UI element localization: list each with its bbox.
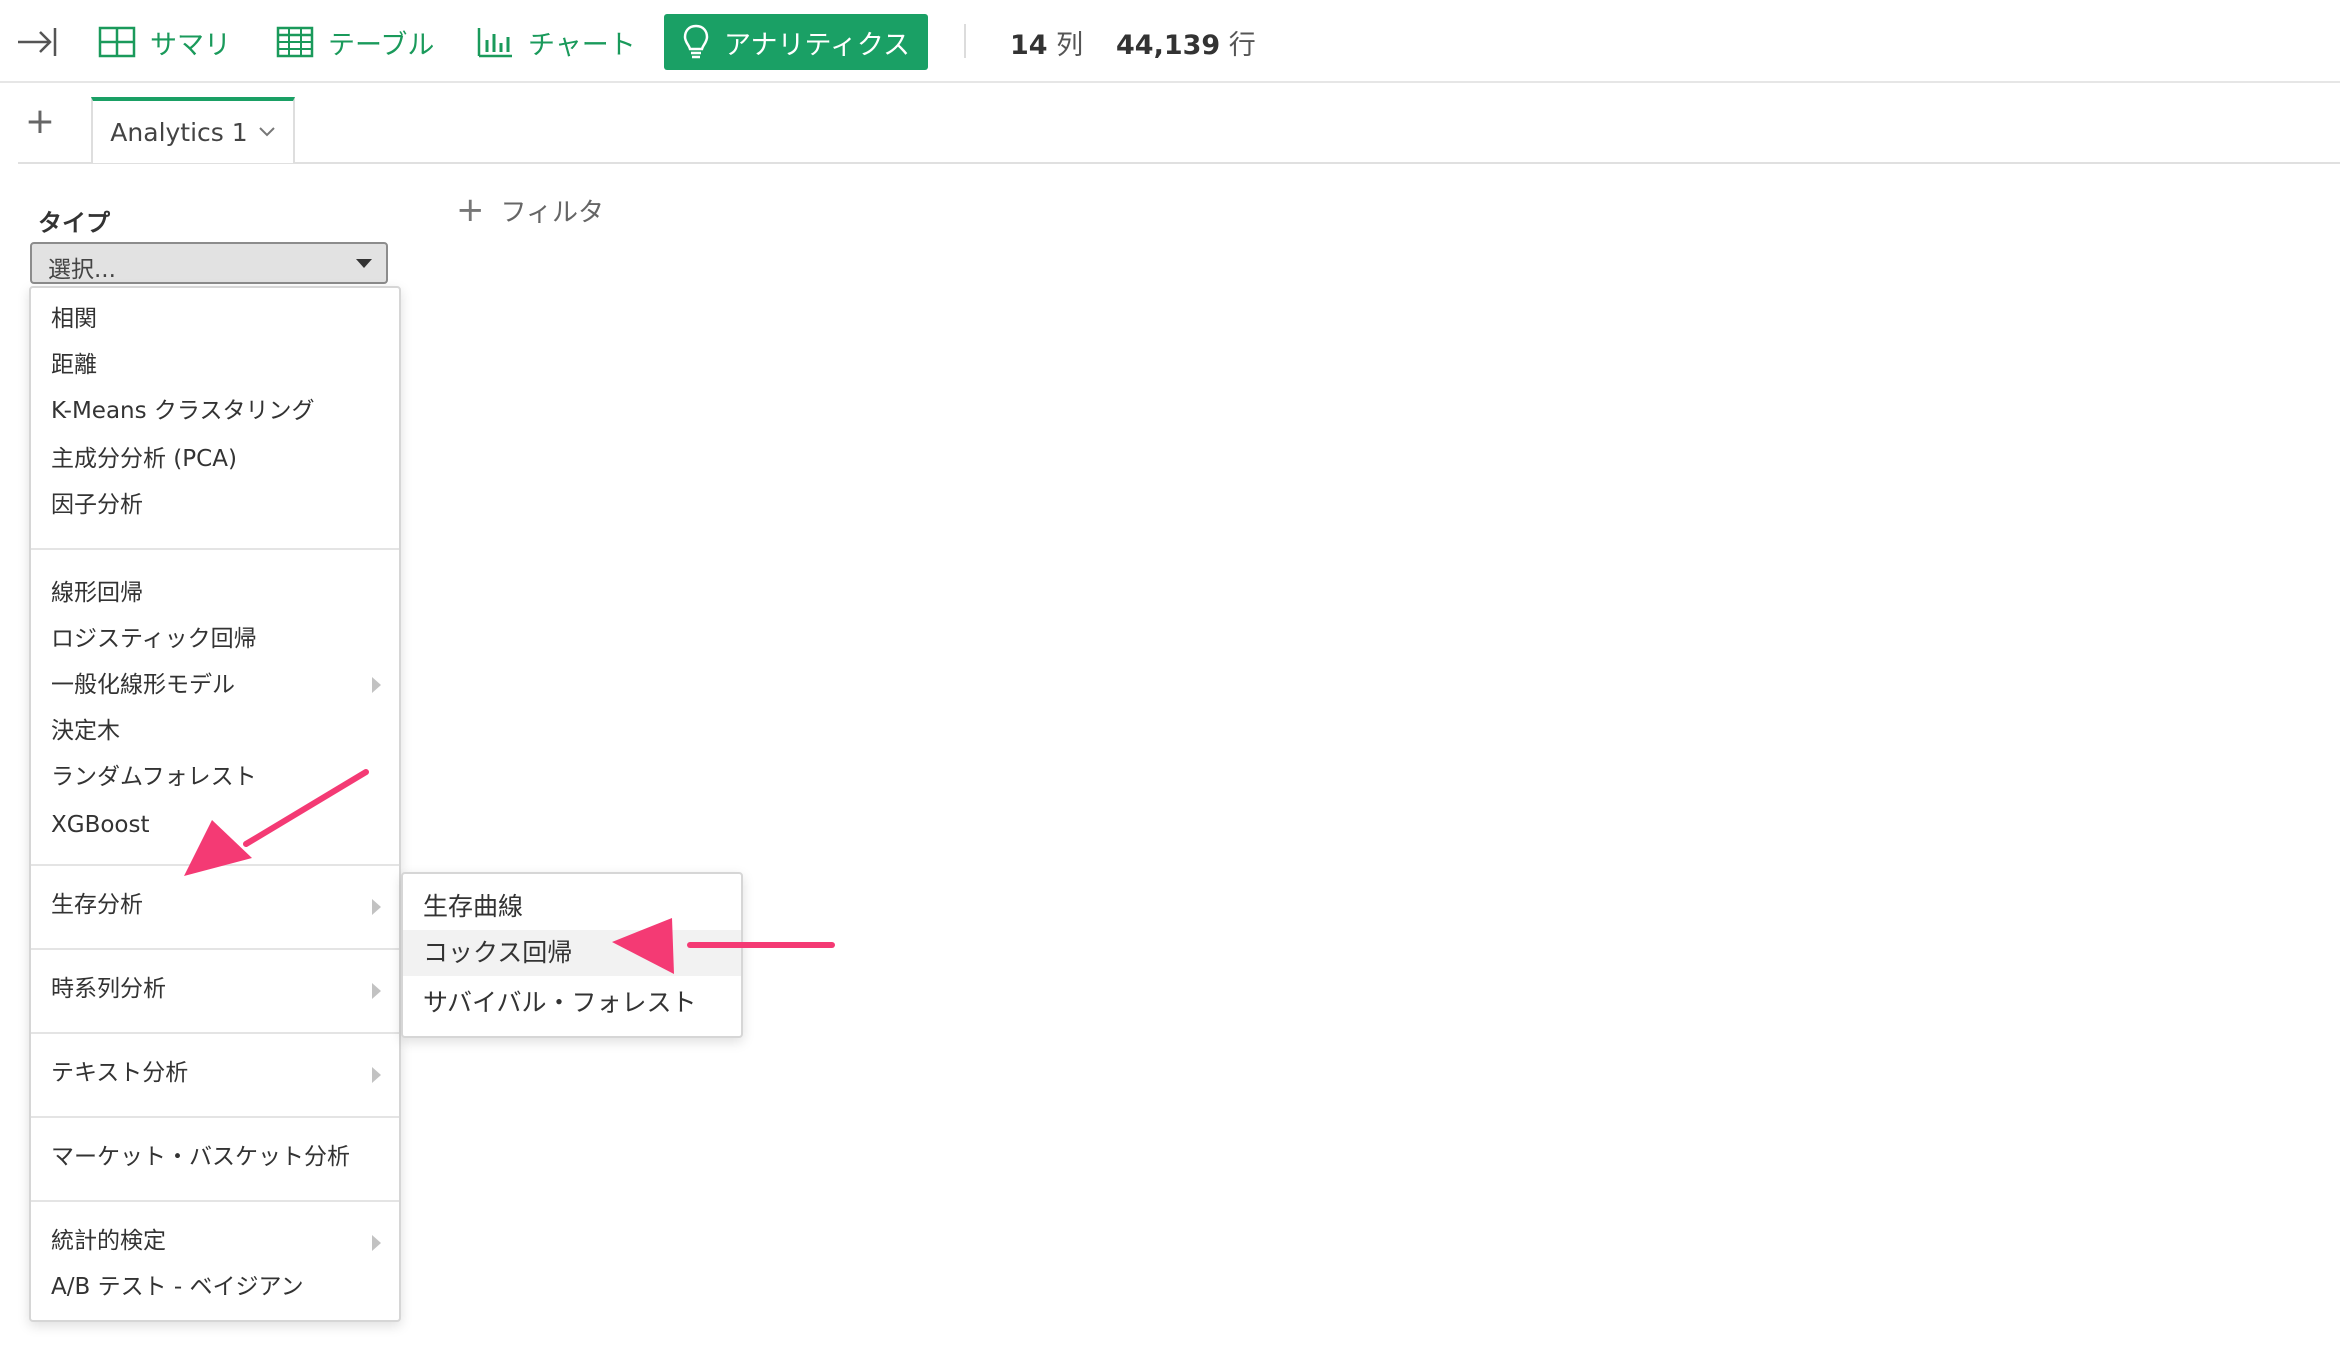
submenu-arrow-icon xyxy=(372,1235,381,1251)
menu-divider xyxy=(31,864,399,866)
tab-label: Analytics 1 xyxy=(110,117,248,147)
menu-divider xyxy=(31,948,399,950)
menu-item-ab-test-bayesian[interactable]: A/B テスト - ベイジアン xyxy=(51,1270,304,1304)
row-count-value: 44,139 xyxy=(1116,30,1221,61)
menu-item-glm[interactable]: 一般化線形モデル xyxy=(51,668,235,702)
menu-divider xyxy=(31,1200,399,1202)
summary-view-button[interactable]: サマリ xyxy=(98,14,231,70)
submenu-arrow-icon xyxy=(372,1067,381,1083)
menu-item-logistic-regression[interactable]: ロジスティック回帰 xyxy=(51,622,257,656)
submenu-arrow-icon xyxy=(372,677,381,693)
column-count-value: 14 xyxy=(1010,30,1048,61)
menu-item-random-forest[interactable]: ランダムフォレスト xyxy=(51,760,257,794)
table-view-label: テーブル xyxy=(328,29,435,61)
menu-divider xyxy=(31,1116,399,1118)
submenu-item-survival-forest[interactable]: サバイバル・フォレスト xyxy=(403,980,741,1026)
lightbulb-icon xyxy=(683,24,709,59)
menu-item-linear-regression[interactable]: 線形回帰 xyxy=(51,576,143,610)
table-view-button[interactable]: テーブル xyxy=(276,14,434,70)
tab-analytics-1[interactable]: Analytics 1 xyxy=(91,97,295,163)
menu-divider xyxy=(31,1032,399,1034)
caret-down-icon xyxy=(356,259,372,268)
analytics-view-button[interactable]: アナリティクス xyxy=(664,14,929,70)
filter-label: フィルタ xyxy=(500,197,604,228)
row-count: 44,139 行 xyxy=(1116,23,1256,62)
menu-item-market-basket[interactable]: マーケット・バスケット分析 xyxy=(51,1140,350,1174)
bar-chart-icon xyxy=(477,28,512,58)
menu-item-survival-analysis[interactable]: 生存分析 xyxy=(51,888,143,922)
analytics-type-menu: 相関 距離 K-Means クラスタリング 主成分分析 (PCA) 因子分析 線… xyxy=(29,286,401,1322)
menu-item-distance[interactable]: 距離 xyxy=(51,348,97,382)
table-icon xyxy=(276,26,314,58)
chart-view-button[interactable]: チャート xyxy=(476,14,636,70)
menu-item-decision-tree[interactable]: 決定木 xyxy=(51,714,120,748)
menu-item-pca[interactable]: 主成分分析 (PCA) xyxy=(51,442,237,476)
plus-icon: + xyxy=(456,190,485,230)
submenu-item-cox-regression[interactable]: コックス回帰 xyxy=(403,930,741,976)
menu-item-kmeans[interactable]: K-Means クラスタリング xyxy=(51,394,314,428)
add-filter-button[interactable]: + フィルタ xyxy=(456,190,604,230)
menu-item-statistical-test[interactable]: 統計的検定 xyxy=(51,1224,166,1258)
submenu-arrow-icon xyxy=(372,899,381,915)
grid-icon xyxy=(98,26,136,58)
type-select-value: 選択... xyxy=(48,257,116,283)
collapse-sidebar-icon[interactable] xyxy=(16,22,60,62)
type-select[interactable]: 選択... xyxy=(30,242,388,284)
toolbar-divider xyxy=(964,24,966,58)
type-label: タイプ xyxy=(38,209,110,237)
column-count: 14 列 xyxy=(1010,23,1083,62)
submenu-arrow-icon xyxy=(372,983,381,999)
chevron-down-icon[interactable] xyxy=(258,126,276,138)
menu-divider xyxy=(31,548,399,550)
summary-view-label: サマリ xyxy=(150,29,231,61)
menu-item-time-series[interactable]: 時系列分析 xyxy=(51,972,166,1006)
chart-view-label: チャート xyxy=(528,29,636,61)
menu-item-xgboost[interactable]: XGBoost xyxy=(51,808,150,842)
menu-item-correlation[interactable]: 相関 xyxy=(51,302,97,336)
menu-item-text-analysis[interactable]: テキスト分析 xyxy=(51,1056,188,1090)
row-count-unit: 行 xyxy=(1228,30,1256,61)
top-toolbar: サマリ テーブル チャート アナリティクス 14 列 44,139 行 xyxy=(0,0,2340,83)
analytics-view-label: アナリティクス xyxy=(724,29,911,61)
survival-analysis-submenu: 生存曲線 コックス回帰 サバイバル・フォレスト xyxy=(401,872,743,1038)
menu-item-factor-analysis[interactable]: 因子分析 xyxy=(51,488,143,522)
analytics-tab-bar xyxy=(18,82,2340,164)
column-count-unit: 列 xyxy=(1056,30,1084,61)
add-tab-button[interactable]: + xyxy=(18,100,62,144)
submenu-item-survival-curve[interactable]: 生存曲線 xyxy=(403,884,741,930)
